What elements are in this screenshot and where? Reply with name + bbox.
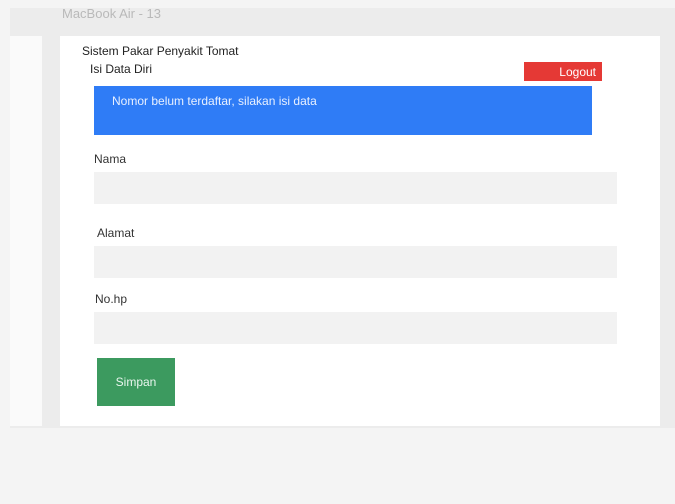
phone-input[interactable] — [94, 312, 617, 344]
info-alert: Nomor belum terdaftar, silakan isi data — [94, 86, 592, 135]
app-title: Sistem Pakar Penyakit Tomat — [82, 44, 239, 58]
address-label: Alamat — [97, 226, 135, 240]
name-label: Nama — [94, 152, 127, 166]
save-button[interactable]: Simpan — [97, 358, 175, 406]
phone-label: No.hp — [95, 292, 128, 306]
name-input[interactable] — [94, 172, 617, 204]
page-frame: Sistem Pakar Penyakit Tomat Isi Data Dir… — [60, 36, 660, 426]
address-input[interactable] — [94, 246, 617, 278]
alert-message: Nomor belum terdaftar, silakan isi data — [112, 94, 317, 108]
logout-button[interactable]: Logout — [524, 62, 602, 81]
section-title: Isi Data Diri — [90, 62, 153, 76]
left-panel-strip — [10, 36, 42, 426]
frame-label: MacBook Air - 13 — [62, 6, 161, 21]
